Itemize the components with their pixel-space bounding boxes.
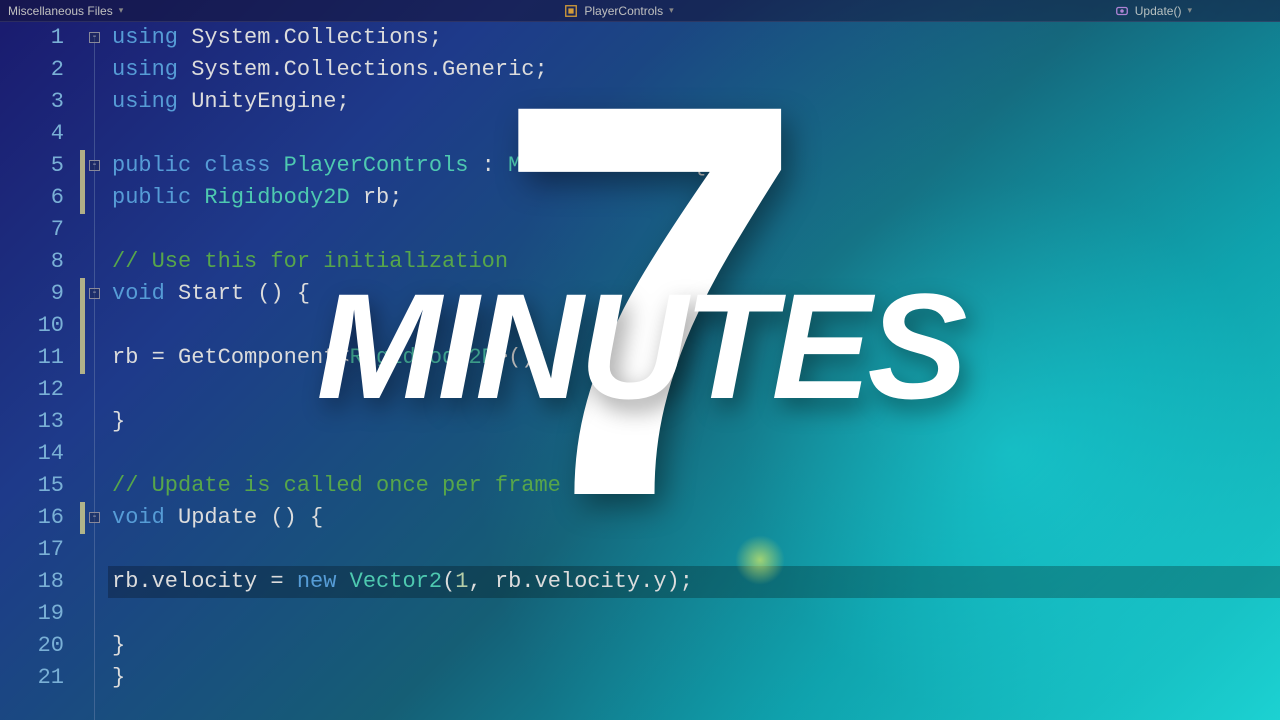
modification-marker	[80, 310, 85, 342]
modification-marker	[80, 278, 85, 310]
line-number: 2	[0, 54, 64, 86]
code-line[interactable]: public Rigidbody2D rb;	[108, 182, 1280, 214]
modification-marker	[80, 342, 85, 374]
modification-marker	[80, 22, 88, 54]
modification-marker	[80, 566, 88, 598]
code-line[interactable]	[108, 598, 1280, 630]
modification-marker	[80, 630, 88, 662]
modification-marker	[80, 150, 85, 182]
code-line[interactable]: public class PlayerControls : MonoBehavi…	[108, 150, 1280, 182]
modification-marker	[80, 182, 85, 214]
line-number: 20	[0, 630, 64, 662]
line-number: 8	[0, 246, 64, 278]
code-editor[interactable]: 123456789101112131415161718192021 ---- u…	[0, 22, 1280, 720]
line-number-gutter: 123456789101112131415161718192021	[0, 22, 80, 720]
code-line[interactable]: // Use this for initialization	[108, 246, 1280, 278]
breadcrumb-method[interactable]: Update() ▾	[1107, 4, 1200, 18]
code-line[interactable]: rb.velocity = new Vector2(1, rb.velocity…	[108, 566, 1280, 598]
breadcrumb-bar: Miscellaneous Files ▾ PlayerControls ▾ U…	[0, 0, 1280, 22]
code-line[interactable]: // Update is called once per frame	[108, 470, 1280, 502]
line-number: 11	[0, 342, 64, 374]
code-line[interactable]: }	[108, 630, 1280, 662]
line-number: 6	[0, 182, 64, 214]
breadcrumb-class[interactable]: PlayerControls ▾	[556, 4, 681, 18]
code-line[interactable]	[108, 214, 1280, 246]
breadcrumb-file[interactable]: Miscellaneous Files ▾	[0, 4, 131, 18]
line-number: 9	[0, 278, 64, 310]
line-number: 18	[0, 566, 64, 598]
code-line[interactable]	[108, 374, 1280, 406]
code-line[interactable]	[108, 534, 1280, 566]
line-number: 3	[0, 86, 64, 118]
line-number: 16	[0, 502, 64, 534]
modification-marker	[80, 118, 88, 150]
chevron-down-icon: ▾	[1187, 5, 1192, 16]
fold-toggle[interactable]: -	[89, 512, 100, 523]
line-number: 13	[0, 406, 64, 438]
modification-marker	[80, 406, 88, 438]
breadcrumb-method-label: Update()	[1135, 4, 1182, 18]
chevron-down-icon: ▾	[669, 5, 674, 16]
code-line[interactable]	[108, 310, 1280, 342]
modification-marker	[80, 246, 88, 278]
modification-marker	[80, 598, 88, 630]
code-line[interactable]	[108, 438, 1280, 470]
fold-toggle[interactable]: -	[89, 32, 100, 43]
chevron-down-icon: ▾	[119, 5, 124, 16]
line-number: 4	[0, 118, 64, 150]
line-number: 5	[0, 150, 64, 182]
breadcrumb-file-label: Miscellaneous Files	[8, 4, 113, 18]
code-line[interactable]: using System.Collections.Generic;	[108, 54, 1280, 86]
modification-indicator-bar	[80, 22, 88, 720]
line-number: 10	[0, 310, 64, 342]
modification-marker	[80, 214, 88, 246]
class-icon	[564, 4, 578, 18]
line-number: 1	[0, 22, 64, 54]
line-number: 7	[0, 214, 64, 246]
fold-toggle[interactable]: -	[89, 288, 100, 299]
code-line[interactable]: using UnityEngine;	[108, 86, 1280, 118]
modification-marker	[80, 502, 85, 534]
line-number: 12	[0, 374, 64, 406]
method-icon	[1115, 4, 1129, 18]
code-line[interactable]: }	[108, 406, 1280, 438]
line-number: 17	[0, 534, 64, 566]
modification-marker	[80, 438, 88, 470]
modification-marker	[80, 662, 88, 694]
code-line[interactable]	[108, 118, 1280, 150]
code-line[interactable]: rb = GetComponent<Rigidbody2D>();	[108, 342, 1280, 374]
line-number: 21	[0, 662, 64, 694]
modification-marker	[80, 86, 88, 118]
fold-toggle[interactable]: -	[89, 160, 100, 171]
modification-marker	[80, 534, 88, 566]
fold-gutter: - - - -	[88, 22, 108, 720]
code-line[interactable]: void Start () {	[108, 278, 1280, 310]
code-area[interactable]: using System.Collections;using System.Co…	[108, 22, 1280, 720]
breadcrumb-class-label: PlayerControls	[584, 4, 663, 18]
line-number: 15	[0, 470, 64, 502]
modification-marker	[80, 470, 88, 502]
modification-marker	[80, 374, 88, 406]
code-line[interactable]: }	[108, 662, 1280, 694]
modification-marker	[80, 54, 88, 86]
line-number: 19	[0, 598, 64, 630]
code-line[interactable]: void Update () {	[108, 502, 1280, 534]
code-line[interactable]: using System.Collections;	[108, 22, 1280, 54]
line-number: 14	[0, 438, 64, 470]
